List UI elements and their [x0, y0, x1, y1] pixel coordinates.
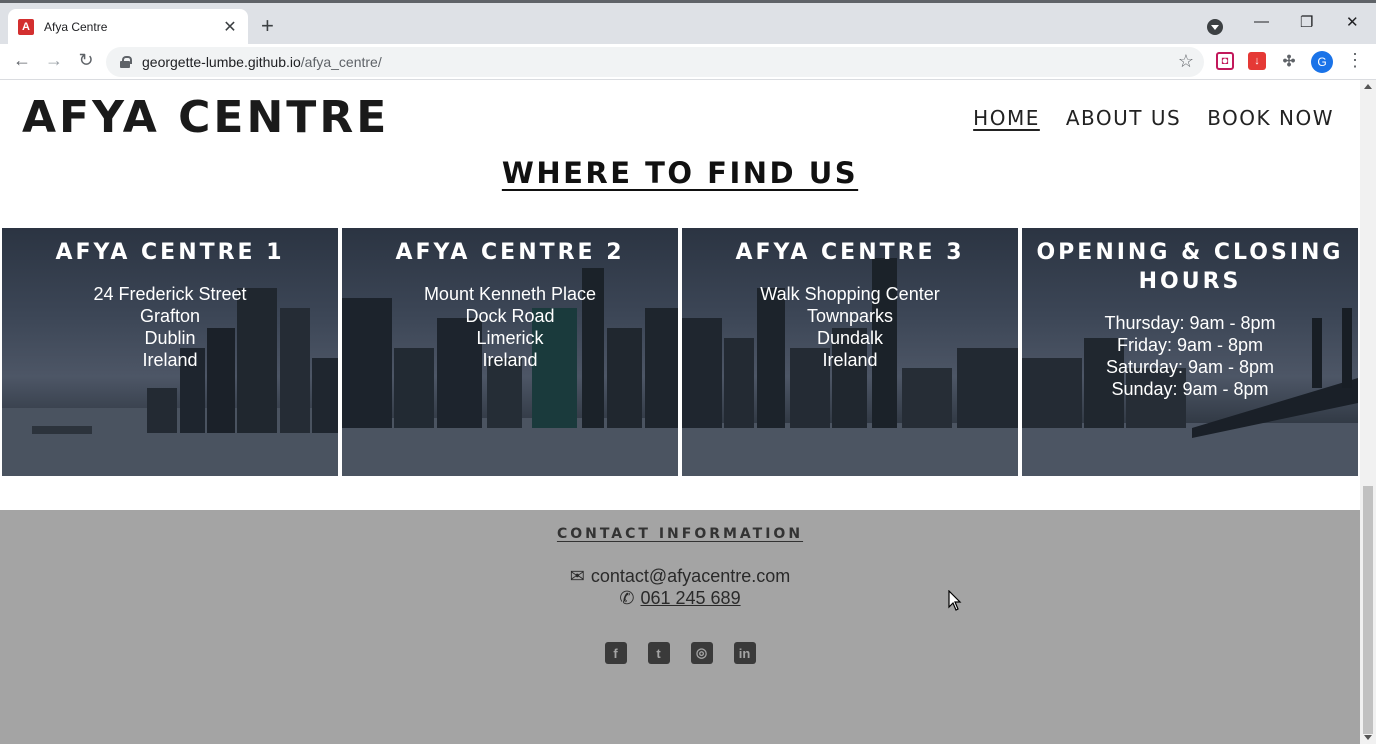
browser-tabstrip: A Afya Centre ✕ + — ❐ ✕ — [0, 0, 1376, 44]
extensions-puzzle-icon[interactable]: ✣ — [1280, 52, 1298, 70]
card-line: Limerick — [476, 328, 544, 348]
hours-card: OPENING & CLOSING HOURS Thursday: 9am - … — [1022, 228, 1358, 476]
card-content: OPENING & CLOSING HOURS Thursday: 9am - … — [1022, 228, 1358, 400]
extension-download-icon[interactable]: ↓ — [1248, 52, 1266, 70]
page-title: WHERE TO FIND US — [501, 156, 859, 190]
card-line: 24 Frederick Street — [93, 284, 247, 304]
envelope-icon: ✉ — [569, 566, 585, 586]
tab-title: Afya Centre — [44, 19, 108, 34]
back-icon[interactable]: ← — [10, 50, 34, 71]
scroll-up-icon[interactable] — [1364, 84, 1372, 89]
url-path: /afya_centre/ — [300, 54, 382, 70]
card-line: Thursday: 9am - 8pm — [1104, 313, 1276, 333]
locations-grid: AFYA CENTRE 1 24 Frederick Street Grafto… — [2, 228, 1358, 478]
bookmark-star-icon[interactable]: ☆ — [1178, 51, 1194, 72]
nav-book-now[interactable]: BOOK NOW — [1207, 106, 1334, 130]
card-line: Grafton — [139, 306, 201, 326]
card-line: Mount Kenneth Place — [423, 284, 597, 304]
email-line: ✉ contact@afyacentre.com — [0, 566, 1360, 587]
linkedin-icon[interactable]: in — [733, 642, 756, 664]
card-content: AFYA CENTRE 1 24 Frederick Street Grafto… — [2, 228, 338, 371]
phone-icon: ✆ — [619, 588, 635, 608]
social-links: f t ◎ in — [0, 642, 1360, 664]
card-line: Dublin — [144, 328, 196, 348]
new-tab-icon[interactable]: + — [261, 15, 274, 37]
card-title: AFYA CENTRE 1 — [55, 240, 285, 265]
phone-line: ✆ 061 245 689 — [0, 588, 1360, 609]
close-tab-icon[interactable]: ✕ — [222, 17, 238, 37]
page-scrollbar[interactable] — [1360, 80, 1376, 744]
card-line: Dundalk — [816, 328, 884, 348]
avatar[interactable]: G — [1311, 51, 1333, 73]
mouse-cursor-icon — [948, 590, 962, 611]
extension-pocket-icon[interactable]: ◘ — [1216, 52, 1234, 70]
footer-title: CONTACT INFORMATION — [556, 526, 804, 542]
card-content: AFYA CENTRE 2 Mount Kenneth Place Dock R… — [342, 228, 678, 371]
page-viewport: AFYA CENTRE HOME ABOUT US BOOK NOW WHERE… — [0, 80, 1360, 744]
minimize-icon[interactable]: — — [1254, 13, 1269, 30]
card-line: Townparks — [806, 306, 894, 326]
card-line: Walk Shopping Center — [760, 284, 940, 304]
site-logo[interactable]: AFYA CENTRE — [22, 92, 389, 143]
card-line: Sunday: 9am - 8pm — [1111, 379, 1269, 399]
site-footer: CONTACT INFORMATION ✉ contact@afyacentre… — [0, 510, 1360, 744]
browser-tab[interactable]: A Afya Centre ✕ — [8, 9, 248, 44]
twitter-icon[interactable]: t — [647, 642, 670, 664]
nav-home[interactable]: HOME — [973, 106, 1040, 130]
card-line: Ireland — [822, 350, 878, 370]
scroll-thumb[interactable] — [1363, 486, 1373, 734]
footer-title-wrap: CONTACT INFORMATION — [0, 526, 1360, 542]
card-title: OPENING & CLOSING HOURS — [1036, 240, 1344, 294]
location-card-2: AFYA CENTRE 2 Mount Kenneth Place Dock R… — [342, 228, 678, 476]
email-text: contact@afyacentre.com — [590, 566, 791, 586]
instagram-icon[interactable]: ◎ — [690, 642, 713, 664]
address-bar[interactable]: georgette-lumbe.github.io/afya_centre/ ☆ — [106, 47, 1204, 77]
url-host: georgette-lumbe.github.io — [142, 54, 301, 70]
tab-search-icon[interactable] — [1207, 19, 1223, 35]
card-title: AFYA CENTRE 3 — [735, 240, 965, 265]
reload-icon[interactable]: ↻ — [74, 50, 98, 71]
location-card-3: AFYA CENTRE 3 Walk Shopping Center Townp… — [682, 228, 1018, 476]
section-title-wrap: WHERE TO FIND US — [0, 156, 1360, 190]
phone-link[interactable]: 061 245 689 — [640, 588, 740, 609]
card-content: AFYA CENTRE 3 Walk Shopping Center Townp… — [682, 228, 1018, 371]
card-title: AFYA CENTRE 2 — [395, 240, 625, 265]
forward-icon[interactable]: → — [42, 50, 66, 71]
card-line: Saturday: 9am - 8pm — [1105, 357, 1275, 377]
more-menu-icon[interactable]: ⋮ — [1346, 50, 1364, 71]
location-card-1: AFYA CENTRE 1 24 Frederick Street Grafto… — [2, 228, 338, 476]
main-nav: HOME ABOUT US BOOK NOW — [973, 106, 1334, 130]
card-line: Ireland — [482, 350, 538, 370]
lock-icon[interactable] — [120, 56, 132, 68]
browser-toolbar: ← → ↻ georgette-lumbe.github.io/afya_cen… — [0, 44, 1376, 80]
facebook-icon[interactable]: f — [604, 642, 627, 664]
favicon-icon: A — [18, 18, 34, 35]
card-line: Dock Road — [465, 306, 555, 326]
card-line: Friday: 9am - 8pm — [1116, 335, 1264, 355]
scroll-down-icon[interactable] — [1364, 735, 1372, 740]
close-window-icon[interactable]: ✕ — [1346, 13, 1359, 31]
restore-icon[interactable]: ❐ — [1300, 13, 1313, 31]
card-line: Ireland — [142, 350, 198, 370]
nav-about-us[interactable]: ABOUT US — [1066, 106, 1181, 130]
